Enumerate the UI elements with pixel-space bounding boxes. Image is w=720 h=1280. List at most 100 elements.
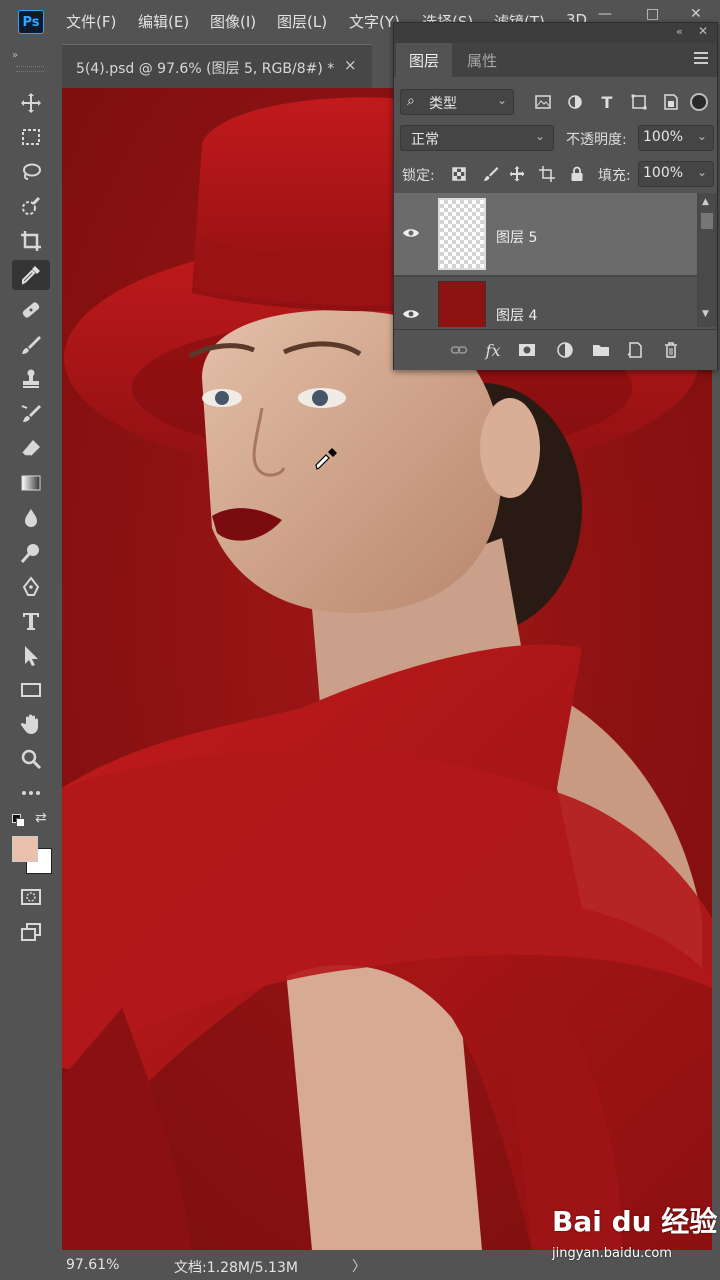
chevron-down-icon[interactable]: ⌄ (697, 165, 707, 179)
lock-position-icon[interactable] (504, 161, 530, 187)
scroll-down-icon[interactable]: ▼ (702, 309, 709, 319)
blend-mode-value: 正常 (411, 132, 439, 148)
add-mask-icon[interactable] (514, 337, 540, 363)
menu-file[interactable]: 文件(F) (66, 11, 116, 32)
menu-image[interactable]: 图像(I) (210, 11, 256, 32)
toolbar-grip[interactable] (16, 66, 44, 72)
close-panel-icon[interactable]: ✕ (698, 24, 708, 38)
gradient-tool-icon[interactable] (12, 468, 50, 498)
adjustment-layer-icon[interactable] (552, 337, 578, 363)
eyedropper-tool-icon[interactable] (12, 260, 50, 290)
collapse-arrows-icon[interactable]: » (12, 50, 18, 61)
type-tool-icon[interactable] (12, 606, 50, 636)
blend-mode-select[interactable]: 正常 ⌄ (400, 125, 554, 151)
panel-menu-icon[interactable] (694, 52, 708, 66)
layer-5-name[interactable]: 图层 5 (496, 227, 537, 247)
type-filter-icon[interactable]: T (594, 89, 620, 115)
tab-layers[interactable]: 图层 (396, 43, 452, 77)
fill-field[interactable]: 100% ⌄ (638, 161, 714, 187)
visibility-eye-icon[interactable] (402, 227, 420, 243)
screen-mode-icon[interactable] (12, 917, 50, 947)
fill-label: 填充: (598, 168, 631, 184)
layer-row-layer-5[interactable]: 图层 5 (394, 193, 697, 275)
eyedropper-cursor-icon (315, 448, 337, 470)
zoom-level-field[interactable]: 97.61% (66, 1257, 119, 1273)
layer-row-layer-4[interactable]: 图层 4 (394, 277, 697, 327)
chevron-down-icon[interactable]: ⌄ (697, 129, 707, 143)
panel-title-strip[interactable]: « ✕ (394, 23, 717, 43)
opacity-field[interactable]: 100% ⌄ (638, 125, 714, 151)
rectangle-tool-icon[interactable] (12, 675, 50, 705)
delete-layer-icon[interactable] (658, 337, 684, 363)
panel-tabs: 图层 属性 (394, 43, 717, 77)
document-tab-title[interactable]: 5(4).psd @ 97.6% (图层 5, RGB/8#) * (76, 58, 334, 78)
zoom-tool-icon[interactable] (12, 744, 50, 774)
scroll-up-icon[interactable]: ▲ (702, 197, 709, 207)
eraser-tool-icon[interactable] (12, 434, 50, 464)
tools-panel: » ⇄ (0, 44, 60, 1280)
history-brush-tool-icon[interactable] (12, 399, 50, 429)
pixel-filter-icon[interactable] (530, 89, 556, 115)
filter-toggle-icon[interactable] (690, 93, 708, 111)
shape-filter-icon[interactable] (626, 89, 652, 115)
opacity-value[interactable]: 100% (643, 129, 683, 145)
lasso-tool-icon[interactable] (12, 157, 50, 187)
status-menu-arrow-icon[interactable]: 〉 (352, 1256, 366, 1276)
layer-4-thumbnail[interactable] (438, 281, 486, 327)
smart-object-filter-icon[interactable] (658, 89, 684, 115)
chevron-down-icon: ⌄ (535, 129, 546, 143)
document-size-info[interactable]: 文档:1.28M/5.13M (174, 1257, 298, 1277)
lock-all-icon[interactable] (564, 161, 590, 187)
baidu-jingyan-watermark: Bai du 经验 jingyan.baidu.com (548, 1196, 718, 1266)
layers-list: 图层 5 图层 4 ▲ ▼ (394, 193, 717, 327)
search-icon: ⌕ (407, 93, 415, 109)
lock-image-pixels-icon[interactable] (478, 161, 504, 187)
layer-filter-select[interactable]: ⌕ 类型 ⌄ (400, 89, 514, 115)
layer-filter-label: 类型 (429, 96, 457, 112)
document-tab[interactable]: 5(4).psd @ 97.6% (图层 5, RGB/8#) * × (62, 44, 372, 88)
blur-tool-icon[interactable] (12, 503, 50, 533)
move-tool-icon[interactable] (12, 88, 50, 118)
quick-mask-icon[interactable] (12, 882, 50, 912)
layer-filter-icons: T (526, 89, 716, 115)
quick-selection-tool-icon[interactable] (12, 192, 50, 222)
visibility-eye-icon[interactable] (402, 305, 420, 324)
new-group-icon[interactable] (588, 337, 614, 363)
healing-brush-tool-icon[interactable] (12, 295, 50, 325)
chevron-down-icon: ⌄ (497, 93, 508, 107)
marquee-tool-icon[interactable] (12, 122, 50, 152)
close-tab-icon[interactable]: × (344, 56, 357, 74)
tab-properties[interactable]: 属性 (454, 43, 510, 77)
scroll-thumb[interactable] (701, 213, 713, 229)
minimize-icon[interactable]: — (598, 6, 612, 22)
collapse-panel-icon[interactable]: « (676, 25, 683, 38)
photoshop-logo[interactable]: Ps (18, 10, 44, 34)
clone-stamp-tool-icon[interactable] (12, 364, 50, 394)
dodge-tool-icon[interactable] (12, 538, 50, 568)
menu-layer[interactable]: 图层(L) (277, 11, 327, 32)
baidu-logo-text: Bai du 经验 (552, 1205, 718, 1238)
menu-edit[interactable]: 编辑(E) (138, 11, 189, 32)
crop-tool-icon[interactable] (12, 226, 50, 256)
new-layer-icon[interactable] (622, 337, 648, 363)
path-selection-tool-icon[interactable] (12, 641, 50, 671)
lock-artboard-icon[interactable] (534, 161, 560, 187)
hand-tool-icon[interactable] (12, 709, 50, 739)
swap-colors-icon[interactable]: ⇄ (35, 810, 47, 826)
fill-value[interactable]: 100% (643, 165, 683, 181)
lock-transparent-pixels-icon[interactable] (446, 161, 472, 187)
layers-scrollbar[interactable]: ▲ ▼ (699, 193, 715, 327)
more-tools-icon[interactable] (12, 778, 50, 808)
pen-tool-icon[interactable] (12, 572, 50, 602)
link-layers-icon[interactable] (446, 337, 472, 363)
layer-4-name[interactable]: 图层 4 (496, 305, 537, 325)
default-colors-icon[interactable] (12, 814, 25, 827)
layer-style-fx-icon[interactable]: fx (480, 337, 506, 363)
layer-5-thumbnail[interactable] (438, 198, 486, 270)
opacity-label: 不透明度: (566, 132, 627, 148)
foreground-color-swatch[interactable] (12, 836, 38, 862)
close-window-icon[interactable]: ✕ (690, 6, 702, 22)
adjustment-filter-icon[interactable] (562, 89, 588, 115)
brush-tool-icon[interactable] (12, 330, 50, 360)
maximize-icon[interactable]: □ (646, 6, 659, 22)
